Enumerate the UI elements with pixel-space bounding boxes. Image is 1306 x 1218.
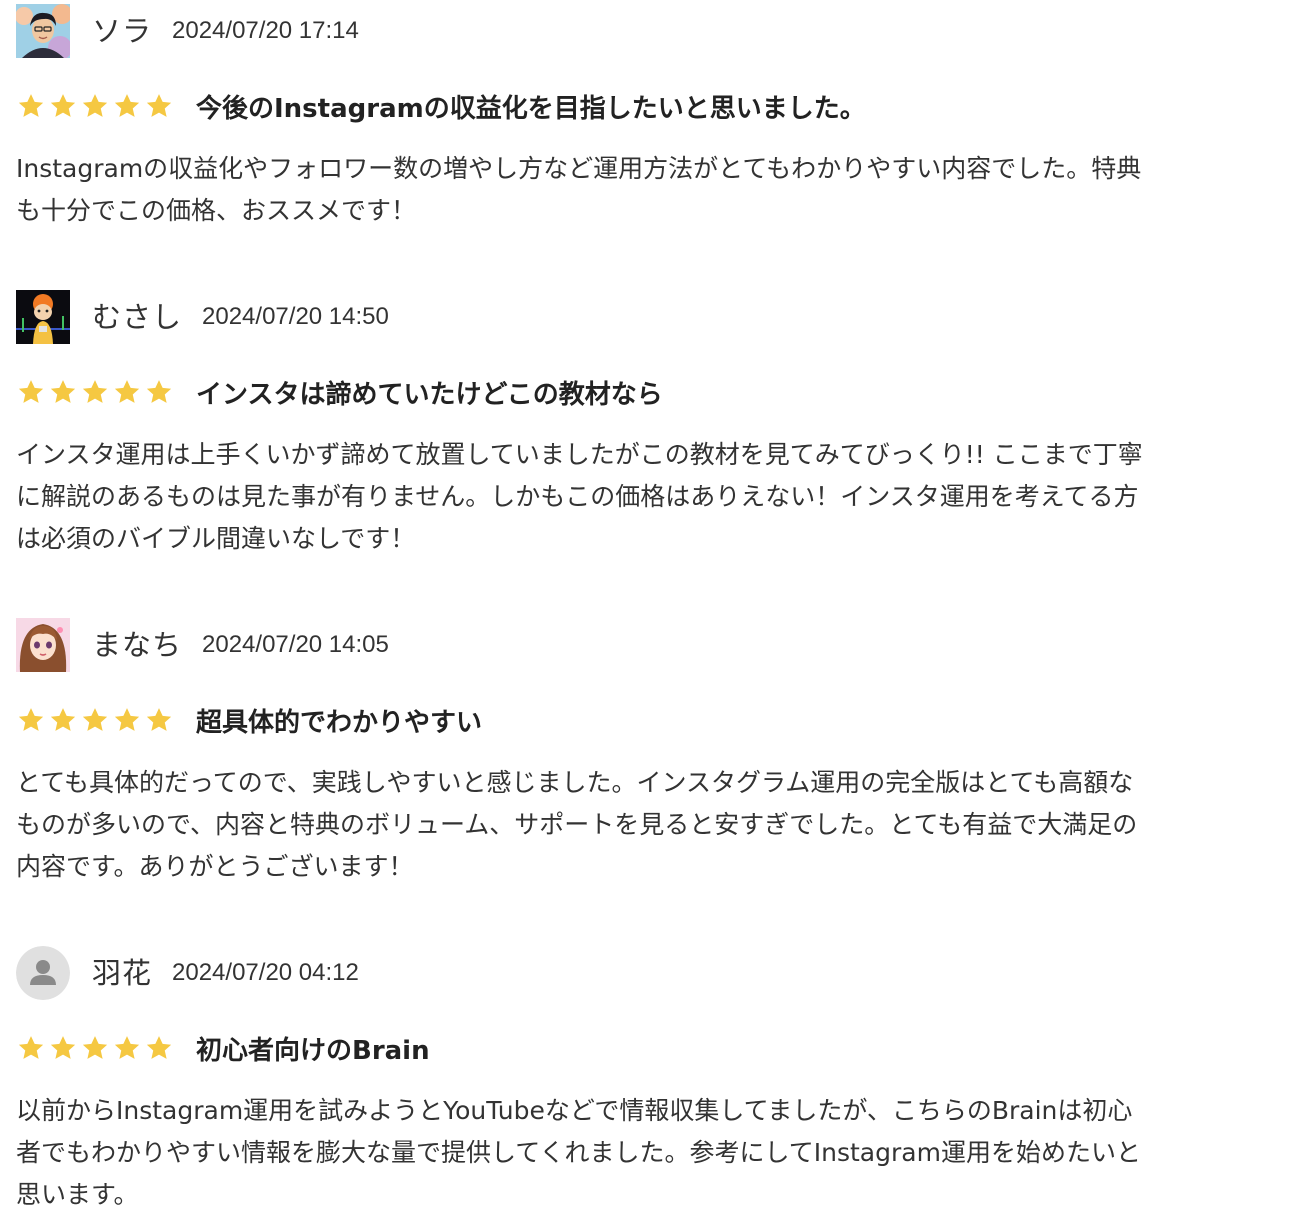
review-body-line: は必須のバイブル間違いなしです！ <box>16 524 416 553</box>
star-rating <box>16 91 174 121</box>
review-date: 2024/07/20 14:50 <box>202 303 389 330</box>
star-icon <box>50 380 76 403</box>
review-body-line: 者でもわかりやすい情報を膨大な量で提供してくれました。参考にしてInstagra… <box>16 1138 1141 1167</box>
review-title-row: インスタは諦めていたけどこの教材なら <box>16 372 1278 412</box>
review-header: まなち 2024/07/20 14:05 <box>16 618 1278 672</box>
star-icon <box>50 94 76 117</box>
star-icon <box>146 1036 172 1059</box>
reviewer-name[interactable]: むさし <box>92 290 182 344</box>
review-body-line: インスタ運用は上手くいかず諦めて放置していましたがこの教材を見てみてびっくり!!… <box>16 440 1143 469</box>
review-body: インスタ運用は上手くいかず諦めて放置していましたがこの教材を見てみてびっくり!!… <box>16 434 1278 560</box>
review-body-line: とても具体的だってので、実践しやすいと感じました。インスタグラム運用の完全版はと… <box>16 768 1134 797</box>
review-title: インスタは諦めていたけどこの教材なら <box>196 379 663 410</box>
star-icon <box>146 94 172 117</box>
star-icon <box>18 708 44 731</box>
star-icon <box>82 708 108 731</box>
review-body: とても具体的だってので、実践しやすいと感じました。インスタグラム運用の完全版はと… <box>16 762 1278 888</box>
star-icon <box>114 1036 140 1059</box>
cartoon-character-avatar[interactable] <box>16 290 70 344</box>
review-body-line: 内容です。ありがとうございます！ <box>16 852 414 881</box>
star-icon <box>18 380 44 403</box>
review-title: 今後のInstagramの収益化を目指したいと思いました。 <box>196 93 866 124</box>
star-rating <box>16 705 174 735</box>
review-title: 初心者向けのBrain <box>196 1035 430 1066</box>
review-body: 以前からInstagram運用を試みようとYouTubeなどで情報収集してました… <box>16 1090 1278 1216</box>
star-icon <box>18 94 44 117</box>
star-icon <box>114 708 140 731</box>
review-body-line: ものが多いので、内容と特典のボリューム、サポートを見ると安すぎでした。とても有益… <box>16 810 1138 839</box>
star-icon <box>82 94 108 117</box>
anime-girl-avatar[interactable] <box>16 618 70 672</box>
review-body: Instagramの収益化やフォロワー数の増やし方など運用方法がとてもわかりやす… <box>16 148 1278 232</box>
review-header: ソラ 2024/07/20 17:14 <box>16 4 1278 58</box>
review-item: 羽花 2024/07/20 04:12 初心者向けのBrain 以前からInst… <box>16 946 1278 1216</box>
review-title-row: 今後のInstagramの収益化を目指したいと思いました。 <box>16 86 1278 126</box>
review-title-row: 初心者向けのBrain <box>16 1028 1278 1068</box>
star-rating <box>16 377 174 407</box>
review-header: むさし 2024/07/20 14:50 <box>16 290 1278 344</box>
review-date: 2024/07/20 17:14 <box>172 17 359 44</box>
review-body-line: に解説のあるものは見た事が有りません。しかもこの価格はありえない！インスタ運用を… <box>16 482 1139 511</box>
star-icon <box>114 380 140 403</box>
review-item: むさし 2024/07/20 14:50 インスタは諦めていたけどこの教材なら … <box>16 290 1278 560</box>
star-rating <box>16 1033 174 1063</box>
review-title-row: 超具体的でわかりやすい <box>16 700 1278 740</box>
review-header: 羽花 2024/07/20 04:12 <box>16 946 1278 1000</box>
review-title: 超具体的でわかりやすい <box>196 707 483 738</box>
reviewer-name[interactable]: 羽花 <box>92 946 152 1000</box>
illustrated-man-avatar[interactable] <box>16 4 70 58</box>
star-icon <box>114 94 140 117</box>
review-item: まなち 2024/07/20 14:05 超具体的でわかりやすい とても具体的だ… <box>16 618 1278 888</box>
star-icon <box>82 1036 108 1059</box>
review-date: 2024/07/20 14:05 <box>202 631 389 658</box>
review-body-line: Instagramの収益化やフォロワー数の増やし方など運用方法がとてもわかりやす… <box>16 154 1142 183</box>
star-icon <box>82 380 108 403</box>
review-date: 2024/07/20 04:12 <box>172 959 359 986</box>
star-icon <box>146 708 172 731</box>
review-body-line: も十分でこの価格、おススメです！ <box>16 196 417 225</box>
star-icon <box>18 1036 44 1059</box>
reviewer-name[interactable]: まなち <box>92 618 182 672</box>
review-list: ソラ 2024/07/20 17:14 今後のInstagramの収益化を目指し… <box>0 0 1306 1218</box>
star-icon <box>146 380 172 403</box>
star-icon <box>50 708 76 731</box>
star-icon <box>50 1036 76 1059</box>
review-body-line: 以前からInstagram運用を試みようとYouTubeなどで情報収集してました… <box>16 1096 1133 1125</box>
default-user-icon[interactable] <box>16 946 70 1000</box>
review-item: ソラ 2024/07/20 17:14 今後のInstagramの収益化を目指し… <box>16 4 1278 232</box>
review-body-line: 思います。 <box>16 1180 139 1209</box>
reviewer-name[interactable]: ソラ <box>92 4 152 58</box>
